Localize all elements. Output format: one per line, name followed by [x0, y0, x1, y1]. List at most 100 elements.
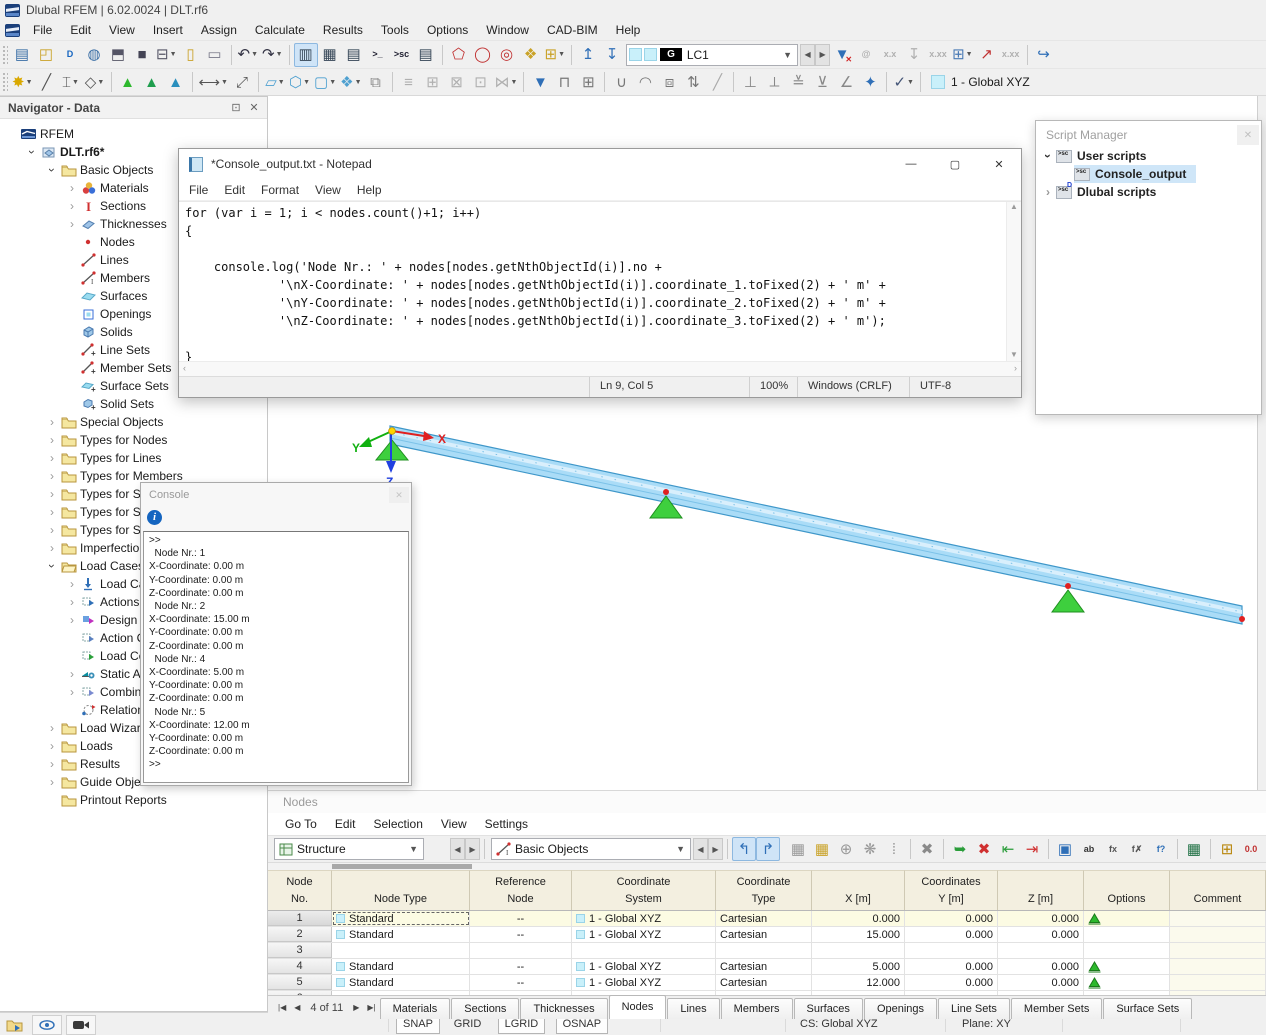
collapse-icon[interactable]: › [1041, 148, 1055, 164]
expand-icon[interactable]: › [44, 433, 60, 447]
magic-select-icon[interactable]: ✦ [858, 70, 882, 94]
row-number-cell[interactable]: 4 [268, 959, 332, 974]
console-output[interactable]: >> Node Nr.: 1 X-Coordinate: 0.00 m Y-Co… [143, 531, 409, 783]
options-cell[interactable] [1084, 911, 1170, 926]
notepad-window[interactable]: *Console_output.txt - Notepad — ▢ ✕ File… [178, 148, 1022, 398]
z-coordinate-cell[interactable]: 0.000 [998, 975, 1084, 990]
transfer-settings-icon[interactable]: ↪ [1032, 43, 1056, 67]
view-direction-icon[interactable]: ⇅ [681, 70, 705, 94]
dimension-xx-icon[interactable]: ⤢ [230, 70, 254, 94]
scrollbar-thumb[interactable] [332, 864, 472, 869]
select-special-icon[interactable]: ❖ [519, 43, 543, 67]
new-model-icon[interactable]: ▤ [10, 43, 34, 67]
support-toggle-5-icon[interactable]: ∠ [834, 70, 858, 94]
y-coordinate-cell[interactable]: 0.000 [905, 927, 998, 942]
script-item-dlubal-scripts[interactable]: ›>sc Dlubal scripts [1036, 183, 1261, 201]
close-panel-icon[interactable]: ✕ [245, 101, 263, 114]
scroll-down-icon[interactable]: ▼ [1007, 350, 1021, 359]
table-view-icon[interactable]: ▦ [786, 837, 810, 861]
minimize-button[interactable]: — [889, 149, 933, 179]
relation-prev-icon[interactable]: ↰ [732, 837, 756, 861]
notepad-titlebar[interactable]: *Console_output.txt - Notepad — ▢ ✕ [179, 149, 1021, 179]
close-icon[interactable]: ✕ [389, 487, 409, 503]
printout-report-icon[interactable]: ▭ [203, 43, 227, 67]
tab-thicknesses[interactable]: Thicknesses [520, 998, 608, 1019]
visibility-eye-button[interactable] [32, 1015, 62, 1035]
tree-item-types-for-lines[interactable]: › Types for Lines [0, 449, 267, 467]
isometric-view-icon[interactable]: ⧈ [657, 70, 681, 94]
node-type-cell[interactable] [332, 991, 470, 995]
tab-surfaces[interactable]: Surfaces [793, 998, 863, 1019]
expand-icon[interactable]: › [44, 469, 60, 483]
select-polygon-icon[interactable]: ⬠ [447, 43, 471, 67]
comment-cell[interactable] [1170, 959, 1266, 974]
check-model-icon[interactable]: ✓ ▼ [891, 70, 916, 94]
tree-item-types-for-nodes[interactable]: › Types for Nodes [0, 431, 267, 449]
panel-toggle-icon[interactable]: ▤ [342, 43, 366, 67]
z-coordinate-cell[interactable]: 0.000 [998, 959, 1084, 974]
options-cell[interactable] [1084, 943, 1170, 958]
save-icon[interactable]: ■ [130, 43, 154, 67]
menu-view[interactable]: View [100, 21, 144, 39]
insert-member-icon[interactable]: ⌶ ▼ [59, 70, 83, 94]
expand-icon[interactable]: › [44, 505, 60, 519]
notepad-menu-file[interactable]: File [181, 181, 216, 199]
select-ring-icon[interactable]: ◎ [495, 43, 519, 67]
menu-edit[interactable]: Edit [61, 21, 100, 39]
node-type-cell[interactable] [332, 943, 470, 958]
work-plane-icon[interactable]: ◠ [633, 70, 657, 94]
coordinate-system-cell[interactable] [572, 943, 716, 958]
copy-load-case-icon[interactable]: ↧ [600, 43, 624, 67]
copy-object-icon[interactable]: ⧉ [364, 70, 388, 94]
support-toggle-1-icon[interactable]: ⊥ [738, 70, 762, 94]
row-number-cell[interactable]: 5 [268, 975, 332, 990]
tab-surface-sets[interactable]: Surface Sets [1103, 998, 1193, 1019]
ole-export-icon[interactable]: ⊞ [1215, 837, 1239, 861]
previous-table-button[interactable]: ◀ [290, 1003, 304, 1012]
coordinate-type-cell[interactable]: Cartesian [716, 959, 812, 974]
z-coordinate-cell[interactable] [998, 991, 1084, 995]
previous-load-case-button[interactable]: ◀ [800, 43, 816, 66]
maximize-button[interactable]: ▢ [933, 149, 977, 179]
filter-loads-icon[interactable]: ▼ ✕ [830, 43, 854, 67]
node-type-cell[interactable]: Standard [332, 911, 470, 926]
expand-icon[interactable]: › [64, 613, 80, 627]
x-coordinate-cell[interactable] [812, 943, 905, 958]
toolbar-drag-handle[interactable] [2, 44, 8, 65]
coordinate-system-cell[interactable]: 1 - Global XYZ [572, 975, 716, 990]
z-coordinate-cell[interactable] [998, 943, 1084, 958]
window-view-icon[interactable]: ▣ [1053, 837, 1077, 861]
toolbar-drag-handle[interactable] [2, 72, 8, 92]
comment-cell[interactable] [1170, 911, 1266, 926]
insert-solid-icon[interactable]: ⬡ ▼ [287, 70, 312, 94]
select-numbering-icon[interactable]: ⊞ ▼ [543, 43, 568, 67]
menu-file[interactable]: File [24, 21, 61, 39]
tab-line-sets[interactable]: Line Sets [938, 998, 1010, 1019]
notepad-horizontal-scrollbar[interactable]: ‹ › [179, 361, 1021, 376]
y-coordinate-cell[interactable]: 0.000 [905, 975, 998, 990]
notepad-menu-view[interactable]: View [307, 181, 349, 199]
table-horizontal-scrollbar[interactable] [268, 863, 1266, 870]
load-table-icon[interactable]: ⊞ ▼ [950, 43, 975, 67]
rename-icon[interactable]: ab [1077, 837, 1101, 861]
y-coordinate-cell[interactable]: 0.000 [905, 911, 998, 926]
reference-node-cell[interactable]: -- [470, 975, 572, 990]
undefined-icon[interactable] [426, 837, 450, 861]
x-coordinate-cell[interactable]: 0.000 [812, 911, 905, 926]
collapse-icon[interactable]: › [45, 558, 59, 574]
insert-right-icon[interactable]: ⇥ [1020, 837, 1044, 861]
excel-export-icon[interactable]: ▦ [1182, 837, 1206, 861]
expand-icon[interactable]: › [44, 721, 60, 735]
node-type-cell[interactable]: Standard [332, 959, 470, 974]
open-model-icon[interactable]: ◰ [34, 43, 58, 67]
tree-item-special-objects[interactable]: › Special Objects [0, 413, 267, 431]
insert-nodal-support-icon[interactable]: ▲ [116, 70, 140, 94]
collapse-icon[interactable]: › [25, 144, 39, 160]
clipping-planes-icon[interactable]: ⊓ [552, 70, 576, 94]
comment-cell[interactable] [1170, 991, 1266, 995]
formula-info-icon[interactable]: f? [1149, 837, 1173, 861]
tab-members[interactable]: Members [720, 998, 793, 1019]
notepad-menu-format[interactable]: Format [253, 181, 307, 199]
notepad-menu-help[interactable]: Help [349, 181, 390, 199]
menu-options[interactable]: Options [418, 21, 477, 39]
